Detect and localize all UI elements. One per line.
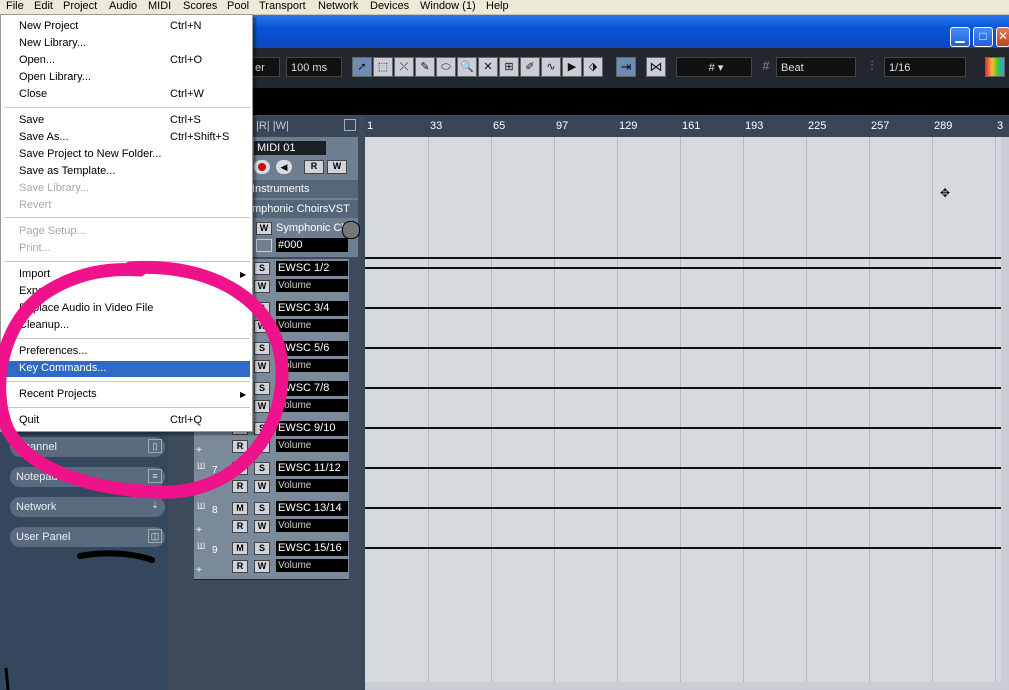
pink-circle-annotation [0, 260, 289, 499]
black-tick-mark [4, 667, 10, 690]
black-underline-mark [77, 550, 155, 563]
annotation-overlay [0, 260, 289, 690]
